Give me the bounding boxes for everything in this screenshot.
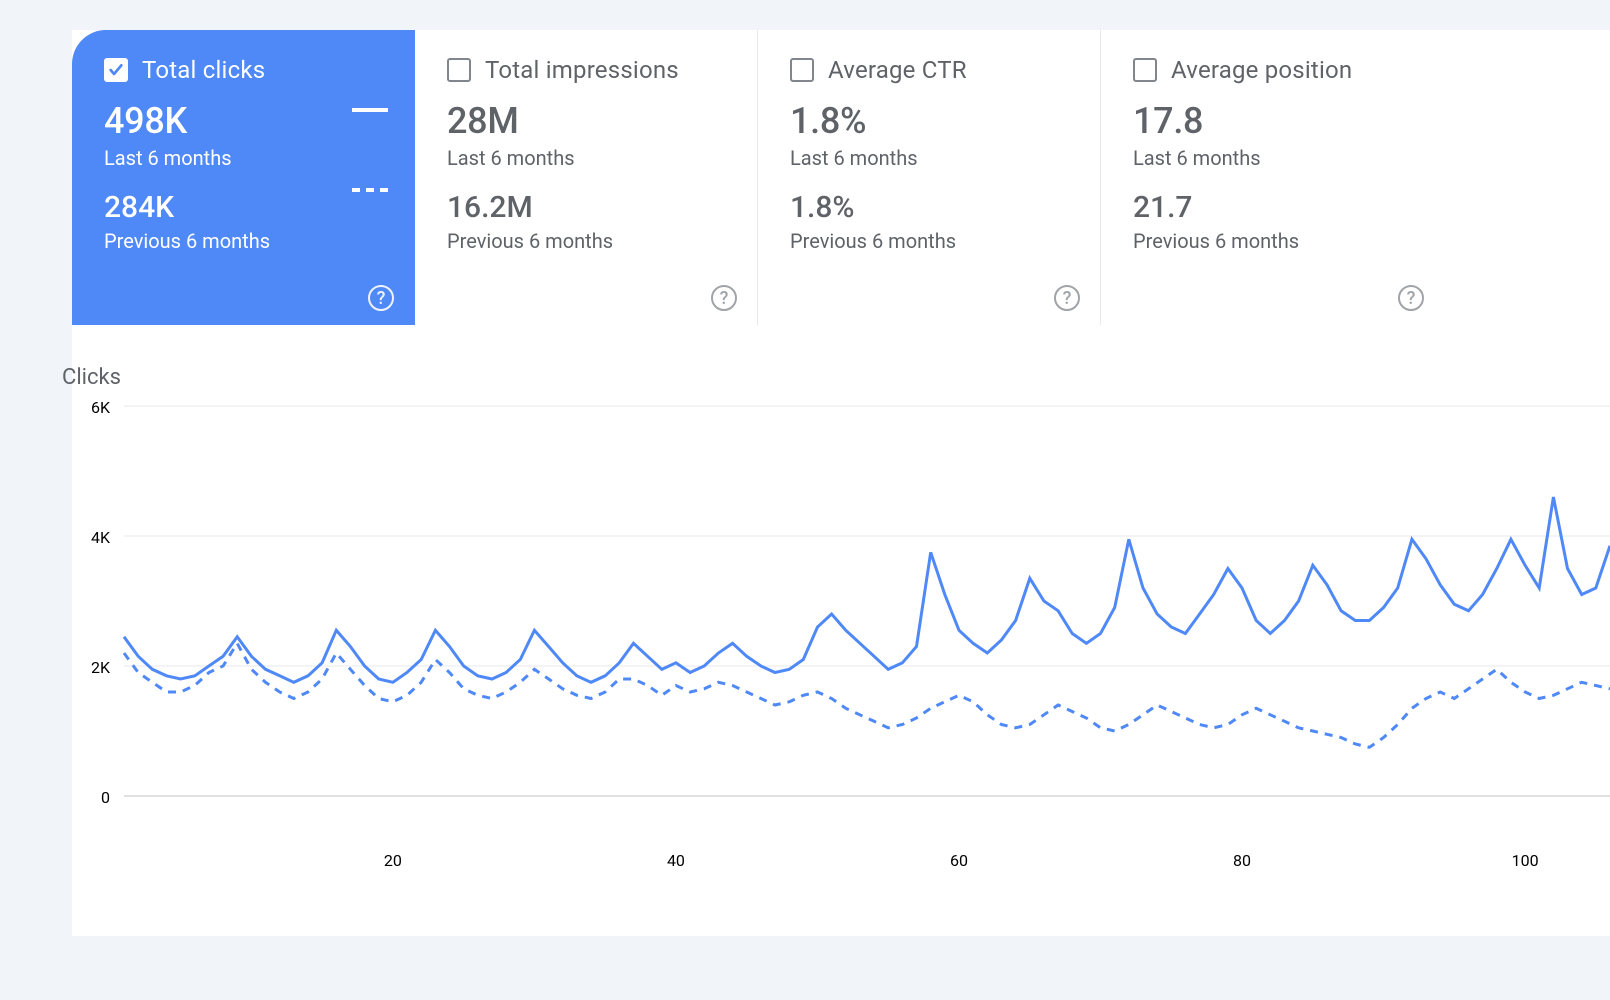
metric-previous-value: 16.2M <box>447 190 731 225</box>
page-root: Total clicks 498K Last 6 months 284K Pre… <box>0 0 1610 936</box>
help-icon[interactable]: ? <box>1054 285 1080 311</box>
metric-previous-value: 1.8% <box>790 190 1074 225</box>
x-tick-label: 60 <box>950 851 968 870</box>
metric-previous-label: Previous 6 months <box>790 229 1074 253</box>
chart-y-axis-label: Clicks <box>62 365 1610 390</box>
metric-current-value: 17.8 <box>1133 100 1418 142</box>
metric-previous-label: Previous 6 months <box>104 229 388 253</box>
metric-card-impressions[interactable]: Total impressions 28M Last 6 months 16.2… <box>415 30 758 325</box>
y-tick-label: 6K <box>91 398 111 417</box>
metric-previous-value: 21.7 <box>1133 190 1418 225</box>
series-current <box>124 497 1610 682</box>
metric-current-label: Last 6 months <box>104 146 388 170</box>
checkbox-icon <box>104 58 128 82</box>
metric-previous-value: 284K <box>104 190 388 225</box>
metric-current-label: Last 6 months <box>790 146 1074 170</box>
y-tick-label: 4K <box>91 528 111 547</box>
metric-card-ctr[interactable]: Average CTR 1.8% Last 6 months 1.8% Prev… <box>758 30 1101 325</box>
metric-cards-row: Total clicks 498K Last 6 months 284K Pre… <box>72 30 1610 325</box>
x-tick-label: 100 <box>1512 851 1539 870</box>
checkbox-icon <box>447 58 471 82</box>
legend-swatch-previous <box>352 188 388 192</box>
series-previous <box>124 643 1610 747</box>
x-tick-label: 80 <box>1233 851 1251 870</box>
chart-area: Clicks 02K4K6K20406080100 <box>72 325 1610 936</box>
help-icon[interactable]: ? <box>368 285 394 311</box>
help-icon[interactable]: ? <box>711 285 737 311</box>
metric-card-position[interactable]: Average position 17.8 Last 6 months 21.7… <box>1101 30 1444 325</box>
x-tick-label: 20 <box>384 851 402 870</box>
y-tick-label: 0 <box>101 788 110 807</box>
legend-swatch-current <box>352 108 388 112</box>
line-chart: 0 2K 4K 6K 20 40 60 80 100 <box>62 396 1610 936</box>
x-tick-label: 40 <box>667 851 685 870</box>
metric-title: Average position <box>1171 56 1352 84</box>
metric-previous-label: Previous 6 months <box>1133 229 1418 253</box>
metric-title: Total impressions <box>485 56 679 84</box>
metric-current-value: 1.8% <box>790 100 1074 142</box>
metric-previous-label: Previous 6 months <box>447 229 731 253</box>
checkbox-icon <box>1133 58 1157 82</box>
metric-card-clicks[interactable]: Total clicks 498K Last 6 months 284K Pre… <box>72 30 415 325</box>
metric-current-value: 28M <box>447 100 731 142</box>
checkbox-icon <box>790 58 814 82</box>
y-tick-label: 2K <box>91 658 111 677</box>
metric-title: Total clicks <box>142 56 265 84</box>
help-icon[interactable]: ? <box>1398 285 1424 311</box>
metric-current-label: Last 6 months <box>1133 146 1418 170</box>
metric-title: Average CTR <box>828 56 967 84</box>
metric-current-value: 498K <box>104 100 388 142</box>
metric-current-label: Last 6 months <box>447 146 731 170</box>
